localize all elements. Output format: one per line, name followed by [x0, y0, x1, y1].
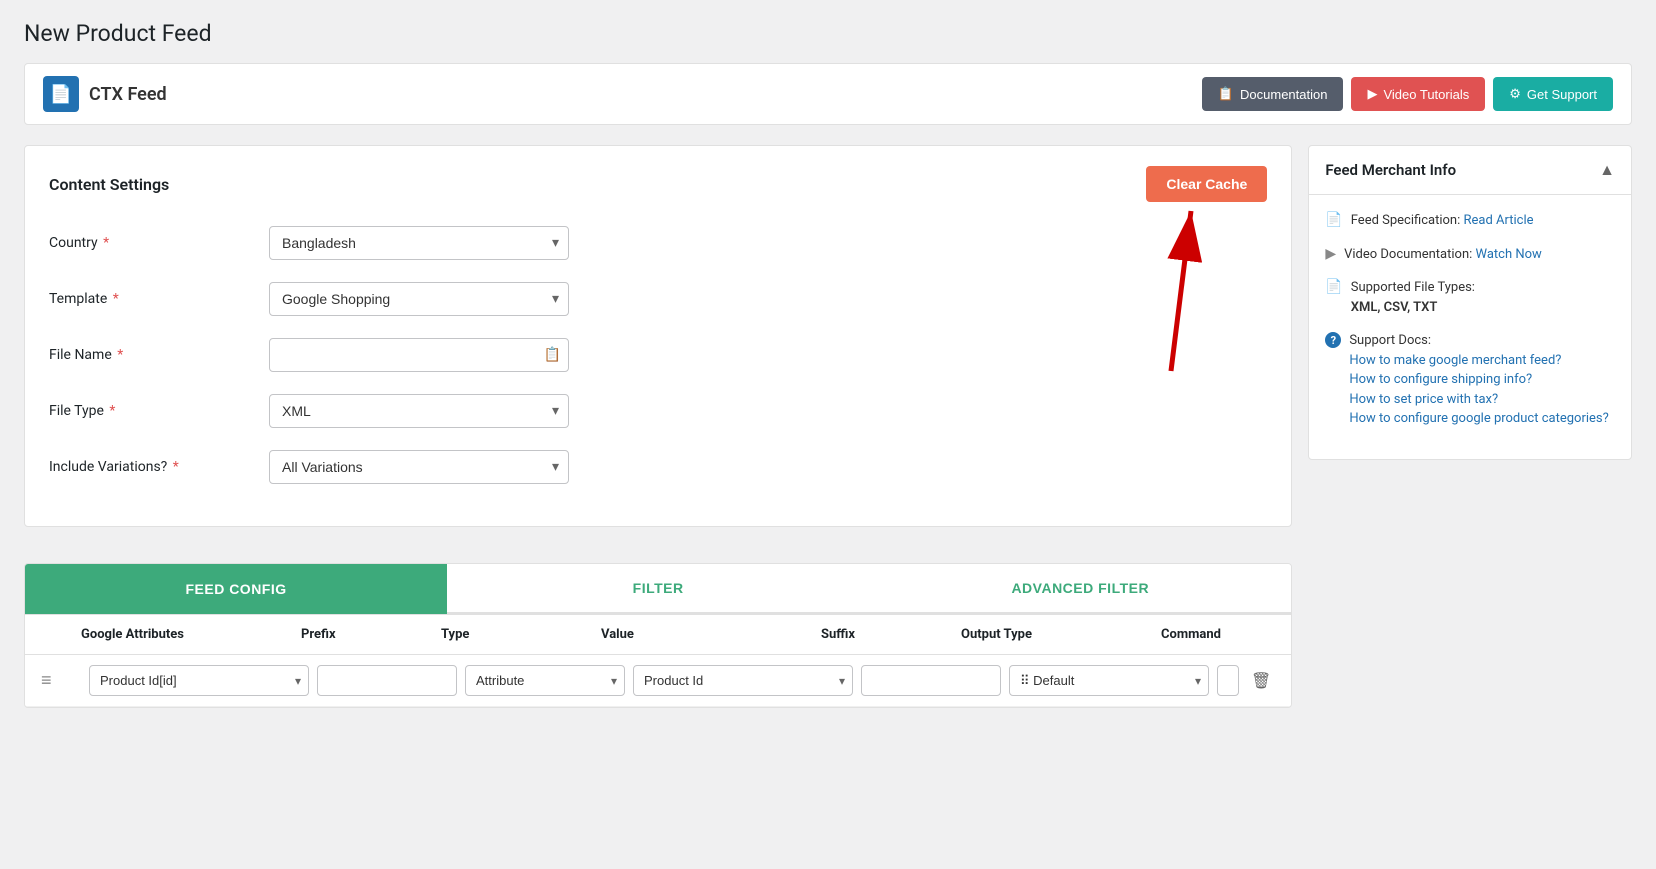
- file-name-label: File Name *: [49, 347, 269, 363]
- file-types-icon: 📄: [1325, 279, 1342, 295]
- col-value: Value: [601, 627, 821, 642]
- support-link-1[interactable]: How to make google merchant feed?: [1349, 353, 1561, 368]
- support-button[interactable]: ⚙ Get Support: [1493, 77, 1613, 111]
- col-drag: [41, 627, 81, 642]
- prefix-input[interactable]: [317, 665, 457, 696]
- video-icon: ▶: [1367, 86, 1377, 102]
- file-type-label: File Type *: [49, 403, 269, 419]
- tab-filter[interactable]: FILTER: [447, 564, 869, 614]
- file-type-row: File Type * XML CSV TXT: [49, 394, 1267, 428]
- sidebar-item-feed-spec: 📄 Feed Specification: Read Article: [1325, 211, 1615, 231]
- docs-icon: 📋: [1218, 86, 1234, 102]
- required-star: *: [106, 403, 116, 419]
- feed-merchant-sidebar: Feed Merchant Info ▲ 📄 Feed Specificatio…: [1308, 145, 1632, 460]
- file-type-select-wrapper: XML CSV TXT: [269, 394, 569, 428]
- required-star: *: [109, 291, 119, 307]
- value-select-wrapper: Product Id Title Price: [633, 665, 853, 696]
- command-input[interactable]: [1217, 665, 1239, 696]
- file-name-input-wrapper: 📋: [269, 338, 569, 372]
- sidebar-item-file-types: 📄 Supported File Types: XML, CSV, TXT: [1325, 278, 1615, 317]
- template-label: Template *: [49, 291, 269, 307]
- feed-config-table: Google Attributes Prefix Type Value Suff…: [25, 614, 1291, 707]
- play-icon: ▶: [1325, 246, 1336, 262]
- table-row: ≡ Product Id[id] Title Description Price: [25, 655, 1291, 707]
- header-buttons: 📋 Documentation ▶ Video Tutorials ⚙ Get …: [1202, 77, 1613, 111]
- col-google-attributes: Google Attributes: [81, 627, 301, 642]
- feed-spec-text: Feed Specification: Read Article: [1351, 211, 1534, 231]
- output-type-select[interactable]: ⠿ Default ⠿ Strip Tags ⠿ Encode: [1009, 665, 1209, 696]
- feed-spec-link[interactable]: Read Article: [1463, 213, 1533, 228]
- sidebar-item-video: ▶ Video Documentation: Watch Now: [1325, 245, 1615, 265]
- brand: 📄 CTX Feed: [43, 76, 167, 112]
- sidebar-item-support: ? Support Docs: How to make google merch…: [1325, 331, 1615, 429]
- file-name-input[interactable]: [269, 338, 569, 372]
- sidebar-body: 📄 Feed Specification: Read Article ▶ Vid…: [1309, 195, 1631, 459]
- content-settings-card: Content Settings Clear Cache Country * B…: [24, 145, 1292, 527]
- type-select-wrapper: Attribute Static Pattern: [465, 665, 625, 696]
- video-doc-text: Video Documentation: Watch Now: [1344, 245, 1542, 265]
- type-select[interactable]: Attribute Static Pattern: [465, 665, 625, 696]
- brand-icon: 📄: [43, 76, 79, 112]
- doc-icon: 📄: [1325, 212, 1342, 228]
- file-name-row: File Name * 📋: [49, 338, 1267, 372]
- tabs-container: FEED CONFIG FILTER ADVANCED FILTER Googl…: [24, 563, 1292, 708]
- content-settings-header: Content Settings Clear Cache: [49, 166, 1267, 202]
- tab-advanced-filter[interactable]: ADVANCED FILTER: [869, 564, 1291, 614]
- output-type-select-wrapper: ⠿ Default ⠿ Strip Tags ⠿ Encode: [1009, 665, 1209, 696]
- clear-cache-button[interactable]: Clear Cache: [1146, 166, 1267, 202]
- brand-name: CTX Feed: [89, 84, 167, 105]
- template-select-wrapper: Google Shopping Facebook Amazon: [269, 282, 569, 316]
- support-docs-text: Support Docs: How to make google merchan…: [1349, 331, 1608, 429]
- page-title: New Product Feed: [24, 20, 1632, 47]
- required-star: *: [100, 235, 110, 251]
- sidebar-header: Feed Merchant Info ▲: [1309, 146, 1631, 195]
- content-settings-title: Content Settings: [49, 175, 169, 194]
- file-types-value: XML, CSV, TXT: [1351, 300, 1438, 315]
- docs-button[interactable]: 📋 Documentation: [1202, 77, 1344, 111]
- support-icon: ⚙: [1509, 86, 1521, 102]
- sidebar-toggle-button[interactable]: ▲: [1599, 160, 1615, 180]
- file-type-select[interactable]: XML CSV TXT: [269, 394, 569, 428]
- question-icon: ?: [1325, 332, 1341, 348]
- header-bar: 📄 CTX Feed 📋 Documentation ▶ Video Tutor…: [24, 63, 1632, 125]
- country-row: Country * Bangladesh United States Unite…: [49, 226, 1267, 260]
- video-button[interactable]: ▶ Video Tutorials: [1351, 77, 1485, 111]
- tab-feed-config[interactable]: FEED CONFIG: [25, 564, 447, 614]
- suffix-input[interactable]: [861, 665, 1001, 696]
- include-variations-select-wrapper: All Variations No Variations Parent Only: [269, 450, 569, 484]
- video-doc-link[interactable]: Watch Now: [1476, 247, 1542, 262]
- country-select[interactable]: Bangladesh United States United Kingdom …: [269, 226, 569, 260]
- support-link-3[interactable]: How to set price with tax?: [1349, 392, 1498, 407]
- google-attribute-select-wrapper: Product Id[id] Title Description Price: [89, 665, 309, 696]
- country-label: Country *: [49, 235, 269, 251]
- col-command: Command: [1161, 627, 1275, 642]
- template-select[interactable]: Google Shopping Facebook Amazon: [269, 282, 569, 316]
- col-prefix: Prefix: [301, 627, 441, 642]
- value-select[interactable]: Product Id Title Price: [633, 665, 853, 696]
- include-variations-label: Include Variations? *: [49, 459, 269, 475]
- required-star: *: [169, 459, 179, 475]
- support-link-4[interactable]: How to configure google product categori…: [1349, 411, 1608, 426]
- include-variations-row: Include Variations? * All Variations No …: [49, 450, 1267, 484]
- google-attribute-select[interactable]: Product Id[id] Title Description Price: [89, 665, 309, 696]
- support-link-2[interactable]: How to configure shipping info?: [1349, 372, 1532, 387]
- country-select-wrapper: Bangladesh United States United Kingdom …: [269, 226, 569, 260]
- col-suffix: Suffix: [821, 627, 961, 642]
- main-layout: Content Settings Clear Cache Country * B…: [24, 145, 1632, 708]
- required-star: *: [114, 347, 124, 363]
- tabs-header: FEED CONFIG FILTER ADVANCED FILTER: [25, 564, 1291, 614]
- table-header: Google Attributes Prefix Type Value Suff…: [25, 615, 1291, 655]
- col-type: Type: [441, 627, 601, 642]
- drag-handle[interactable]: ≡: [41, 670, 81, 691]
- col-output-type: Output Type: [961, 627, 1161, 642]
- file-icon: 📋: [544, 347, 561, 363]
- include-variations-select[interactable]: All Variations No Variations Parent Only: [269, 450, 569, 484]
- file-types-text: Supported File Types: XML, CSV, TXT: [1351, 278, 1475, 317]
- sidebar-title: Feed Merchant Info: [1325, 161, 1456, 179]
- delete-row-button[interactable]: 🗑: [1247, 667, 1275, 695]
- template-row: Template * Google Shopping Facebook Amaz…: [49, 282, 1267, 316]
